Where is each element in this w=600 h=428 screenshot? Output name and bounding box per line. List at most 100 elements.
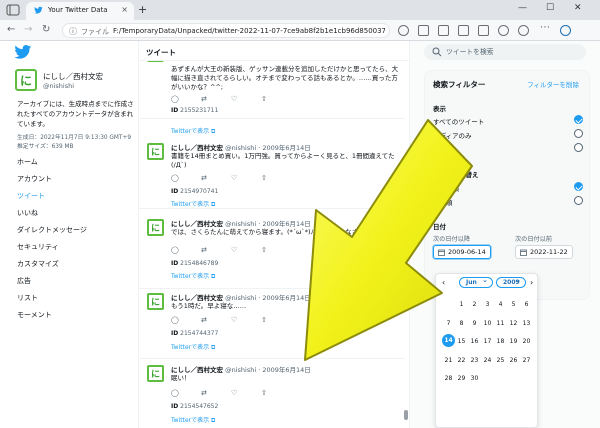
sidebar-item-tweets[interactable]: ツイート bbox=[17, 191, 87, 208]
sidebar-item-home[interactable]: ホーム bbox=[17, 157, 87, 174]
favorite-star-icon[interactable] bbox=[418, 25, 429, 36]
view-on-twitter-link[interactable]: Twitterで表示 ⧉ bbox=[171, 271, 215, 281]
calendar-day[interactable]: 4 bbox=[494, 301, 507, 308]
like-icon[interactable]: ♡ bbox=[231, 389, 237, 397]
url-field[interactable]: ⓘ ファイル | F:/TemporaryData/Unpacked/twitt… bbox=[62, 23, 390, 38]
reply-icon[interactable]: ◯ bbox=[171, 174, 179, 182]
calendar-day[interactable]: 26 bbox=[507, 357, 520, 364]
calendar-day[interactable]: 17 bbox=[481, 338, 494, 345]
scrollbar-thumb[interactable] bbox=[404, 410, 408, 420]
profile-icon[interactable] bbox=[518, 25, 529, 36]
calendar-day[interactable]: 16 bbox=[468, 338, 481, 345]
share-icon[interactable]: ⇧ bbox=[261, 316, 267, 324]
timeline-scrollbar[interactable] bbox=[403, 61, 409, 428]
window-close-button[interactable]: ✕ bbox=[574, 3, 582, 13]
calendar-day[interactable]: 20 bbox=[520, 338, 533, 345]
browser-tab[interactable]: Your Twitter Data × bbox=[26, 2, 134, 20]
share-icon[interactable]: ⇧ bbox=[261, 389, 267, 397]
calendar-day[interactable]: 9 bbox=[468, 320, 481, 327]
calendar-day[interactable]: 1 bbox=[455, 301, 468, 308]
date-from-field[interactable]: 2009-06-14 bbox=[433, 245, 491, 259]
forward-arrow-icon[interactable]: → bbox=[24, 24, 32, 35]
filter-option-all-tweets[interactable]: すべてのツイート bbox=[433, 115, 583, 127]
like-icon[interactable]: ♡ bbox=[231, 95, 237, 103]
view-on-twitter-link[interactable]: Twitterで表示 ⧉ bbox=[171, 126, 215, 136]
tweet-timeline[interactable]: ツイート に あずまんが大王の新装版、ゲッサン連載分を追加しただけかと思ってたら… bbox=[138, 41, 410, 428]
date-to-field[interactable]: 2022-11-22 bbox=[515, 245, 573, 259]
reply-icon[interactable]: ◯ bbox=[171, 246, 179, 254]
like-icon[interactable]: ♡ bbox=[231, 174, 237, 182]
favorites-list-icon[interactable] bbox=[458, 25, 469, 36]
reply-icon[interactable]: ◯ bbox=[171, 389, 179, 397]
sidebar-item-security[interactable]: セキュリティ bbox=[17, 242, 87, 259]
sidebar-item-personalization[interactable]: カスタマイズ bbox=[17, 259, 87, 276]
tweet-card[interactable]: に にしし／西村文宏 @nishishi · 2009年6月14日 もう1時だ。… bbox=[139, 287, 405, 359]
calendar-day[interactable]: 7 bbox=[442, 320, 455, 327]
share-icon[interactable]: ⇧ bbox=[261, 246, 267, 254]
radio-unchecked-icon[interactable] bbox=[574, 196, 583, 205]
calendar-day[interactable]: 5 bbox=[507, 301, 520, 308]
month-select[interactable]: Jun bbox=[459, 276, 493, 288]
read-aloud-icon[interactable] bbox=[398, 25, 409, 36]
calendar-day[interactable]: 3 bbox=[481, 301, 494, 308]
radio-unchecked-icon[interactable] bbox=[574, 129, 583, 138]
back-arrow-icon[interactable]: ← bbox=[7, 24, 15, 35]
window-minimize-button[interactable]: — bbox=[518, 3, 527, 13]
calendar-day[interactable]: 11 bbox=[494, 320, 507, 327]
info-icon[interactable]: ⓘ bbox=[69, 26, 77, 37]
calendar-day[interactable]: 19 bbox=[507, 338, 520, 345]
calendar-day[interactable]: 30 bbox=[468, 375, 481, 382]
view-on-twitter-link[interactable]: Twitterで表示 ⧉ bbox=[171, 342, 215, 352]
retweet-icon[interactable]: ⇄ bbox=[201, 246, 207, 254]
share-icon[interactable]: ⇧ bbox=[261, 174, 267, 182]
calendar-day[interactable]: 28 bbox=[442, 375, 455, 382]
search-input[interactable] bbox=[446, 46, 576, 58]
calendar-day[interactable]: 22 bbox=[455, 357, 468, 364]
calendar-day[interactable]: 18 bbox=[494, 338, 507, 345]
retweet-icon[interactable]: ⇄ bbox=[201, 174, 207, 182]
calendar-day[interactable]: 23 bbox=[468, 357, 481, 364]
previous-month-button[interactable]: ‹ bbox=[442, 278, 445, 287]
calendar-day-selected[interactable]: 14 bbox=[442, 334, 455, 347]
filter-option-media-only[interactable]: メディアのみ bbox=[433, 129, 583, 141]
reload-icon[interactable]: ↻ bbox=[42, 24, 50, 35]
tweet-card[interactable]: に にしし／西村文宏 @nishishi · 2009年6月14日 では、さくら… bbox=[139, 213, 405, 289]
calendar-day[interactable]: 6 bbox=[520, 301, 533, 308]
reply-icon[interactable]: ◯ bbox=[171, 316, 179, 324]
clear-filters-link[interactable]: フィルターを削除 bbox=[527, 79, 579, 89]
radio-checked-icon[interactable] bbox=[574, 182, 583, 191]
sidebar-item-direct-messages[interactable]: ダイレクトメッセージ bbox=[17, 225, 87, 242]
calendar-day[interactable]: 13 bbox=[520, 320, 533, 327]
year-select[interactable]: 2009 bbox=[496, 276, 526, 288]
url-text[interactable]: F:/TemporaryData/Unpacked/twitter-2022-1… bbox=[113, 27, 385, 35]
tab-close-icon[interactable]: × bbox=[121, 5, 128, 14]
radio-checked-icon[interactable] bbox=[574, 115, 583, 124]
like-icon[interactable]: ♡ bbox=[231, 316, 237, 324]
radio-unchecked-icon[interactable] bbox=[574, 143, 583, 152]
calendar-day[interactable]: 29 bbox=[455, 375, 468, 382]
like-icon[interactable]: ♡ bbox=[231, 246, 237, 254]
retweet-icon[interactable]: ⇄ bbox=[201, 389, 207, 397]
calendar-day[interactable]: 2 bbox=[468, 301, 481, 308]
tab-actions-icon[interactable] bbox=[6, 4, 20, 16]
sidebar-item-likes[interactable]: いいね bbox=[17, 208, 87, 225]
retweet-icon[interactable]: ⇄ bbox=[201, 95, 207, 103]
view-on-twitter-link[interactable]: Twitterで表示 ⧉ bbox=[171, 415, 215, 425]
sort-option-oldest[interactable]: 古い順 bbox=[433, 196, 583, 208]
sidebar-item-ads[interactable]: 広告 bbox=[17, 276, 87, 293]
calendar-day[interactable]: 15 bbox=[455, 338, 468, 345]
extensions-icon[interactable] bbox=[498, 25, 509, 36]
sidebar-item-lists[interactable]: リスト bbox=[17, 293, 87, 310]
calendar-day[interactable]: 27 bbox=[520, 357, 533, 364]
view-on-twitter-link[interactable]: Twitterで表示 ⧉ bbox=[171, 199, 215, 209]
split-screen-icon[interactable] bbox=[438, 25, 449, 36]
new-tab-button[interactable]: + bbox=[138, 3, 147, 16]
next-month-button[interactable]: › bbox=[530, 278, 533, 287]
window-maximize-button[interactable]: ☐ bbox=[546, 3, 554, 13]
retweet-icon[interactable]: ⇄ bbox=[201, 316, 207, 324]
calendar-day[interactable]: 25 bbox=[494, 357, 507, 364]
reply-icon[interactable]: ◯ bbox=[171, 95, 179, 103]
sidebar-item-moments[interactable]: モーメント bbox=[17, 310, 87, 327]
calendar-day[interactable]: 12 bbox=[507, 320, 520, 327]
calendar-day[interactable]: 21 bbox=[442, 357, 455, 364]
